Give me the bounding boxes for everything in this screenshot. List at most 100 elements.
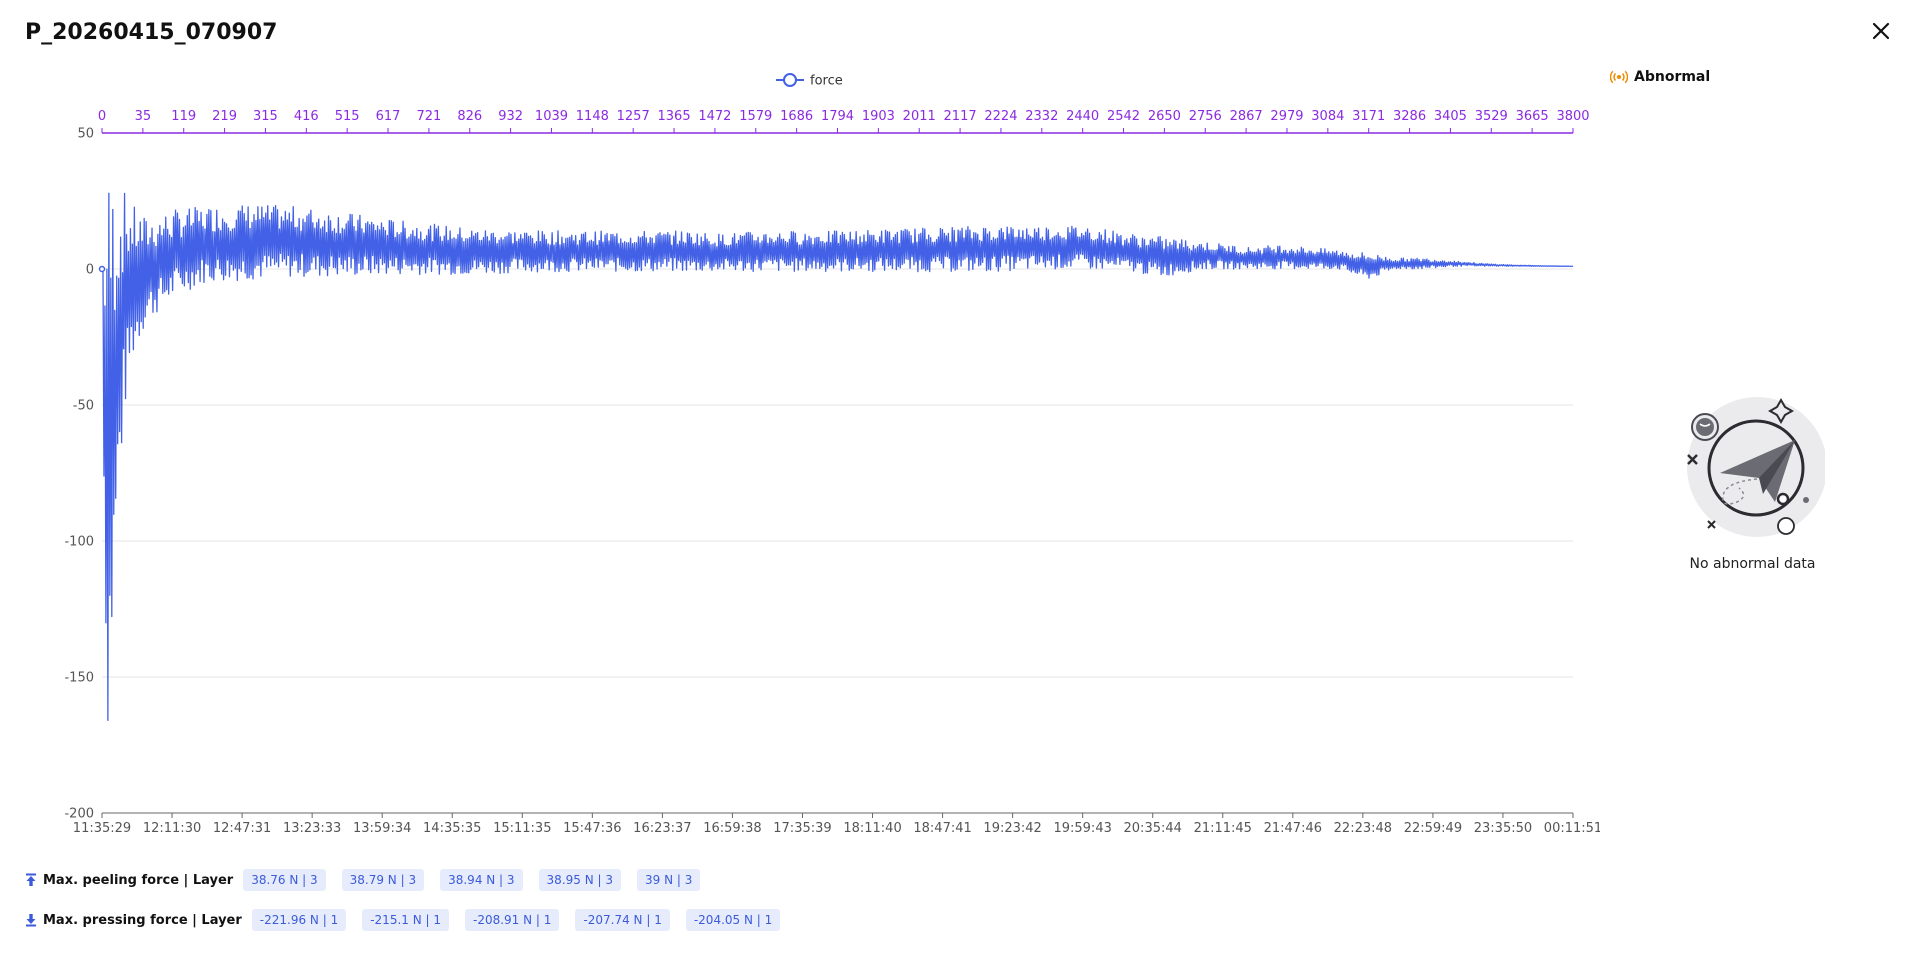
x-tick-label-time: 16:23:37: [633, 821, 691, 836]
y-tick-label: -150: [64, 671, 94, 686]
abnormal-header: Abnormal: [1610, 69, 1710, 85]
x-tick-label-index: 1039: [535, 109, 568, 124]
abnormal-panel: Abnormal No abnormal data: [1600, 60, 1920, 840]
x-tick-label-time: 19:59:43: [1053, 821, 1111, 836]
legend-marker: [783, 73, 797, 87]
peeling-label: Max. peeling force | Layer: [43, 872, 234, 888]
pressing-value-tag: -215.1 N | 1: [362, 909, 449, 931]
chart-dialog: P_20260415_070907 force 50 0 -50 -100 -150 -2…: [0, 0, 1920, 959]
x-tick-label-index: 1686: [780, 109, 813, 124]
series-force[interactable]: [98, 192, 1574, 721]
peeling-value-tag: 38.95 N | 3: [538, 869, 621, 891]
x-tick-label-index: 826: [457, 109, 482, 124]
arrow-down-icon: [26, 914, 36, 927]
x-tick-label-time: 18:47:41: [913, 821, 971, 836]
x-tick-label-index: 2011: [903, 109, 936, 124]
x-tick-label-time: 13:23:33: [283, 821, 341, 836]
x-tick-label-index: 1903: [862, 109, 895, 124]
x-tick-label-time: 00:11:51: [1544, 821, 1600, 836]
x-tick-label-time: 13:59:34: [353, 821, 411, 836]
x-tick-label-index: 2117: [944, 109, 977, 124]
x-tick-label-time: 15:11:35: [493, 821, 551, 836]
x-tick-label-time: 23:35:50: [1474, 821, 1532, 836]
peeling-value-tag: 38.76 N | 3: [243, 869, 326, 891]
pressing-value-tag: -208.91 N | 1: [465, 909, 560, 931]
x-tick-label-time: 18:11:40: [843, 821, 901, 836]
x-tick-label-index: 515: [335, 109, 360, 124]
series-point[interactable]: [98, 265, 106, 273]
x-tick-label-index: 416: [294, 109, 319, 124]
x-tick-label-index: 219: [212, 109, 237, 124]
x-tick-label-time: 14:35:35: [423, 821, 481, 836]
peeling-value-tag: 38.79 N | 3: [341, 869, 425, 891]
x-tick-label-index: 1579: [739, 109, 772, 124]
close-button[interactable]: [1864, 14, 1898, 48]
paper-plane-icon: [1687, 397, 1827, 537]
y-tick-label: -100: [64, 535, 94, 550]
force-stats: Max. peeling force | Layer 38.76 N | 3 3…: [25, 865, 1525, 945]
x-tick-label-index: 2440: [1066, 109, 1099, 124]
x-tick-label-index: 3405: [1434, 109, 1467, 124]
bottom-x-axis: 11:35:29 12:11:30 12:47:31 13:23:33 13:59:34…: [73, 812, 1602, 836]
x-tick-label-index: 3084: [1311, 109, 1344, 124]
series-line-force[interactable]: [101, 192, 1574, 721]
x-tick-label-time: 12:47:31: [213, 821, 271, 836]
x-tick-label-index: 1257: [617, 109, 650, 124]
x-tick-label-time: 22:59:49: [1404, 821, 1462, 836]
peeling-row: Max. peeling force | Layer 38.76 N | 3 3…: [25, 865, 1525, 895]
close-icon: [1872, 22, 1890, 40]
x-tick-label-index: 2542: [1107, 109, 1140, 124]
x-tick-label-index: 3171: [1352, 109, 1385, 124]
y-tick-label: -200: [64, 807, 94, 822]
y-tick-label: -50: [73, 399, 94, 414]
y-axis: 50 0 -50 -100 -150 -200: [64, 127, 94, 822]
x-tick-label-time: 16:59:38: [703, 821, 761, 836]
x-tick-label-index: 3800: [1556, 109, 1589, 124]
y-tick-label: 0: [86, 263, 94, 278]
pressing-value-tag: -221.96 N | 1: [251, 909, 347, 931]
x-tick-label-index: 1794: [821, 109, 854, 124]
abnormal-title: Abnormal: [1634, 69, 1711, 85]
pressing-value-tag: -204.05 N | 1: [685, 909, 781, 931]
pressing-value-tag: -207.74 N | 1: [575, 909, 670, 931]
x-tick-label-time: 15:47:36: [563, 821, 621, 836]
x-tick-label-time: 20:35:44: [1124, 821, 1182, 836]
empty-state-illustration: [1675, 390, 1827, 540]
x-tick-label-index: 0: [98, 109, 106, 124]
x-tick-label-index: 119: [171, 109, 196, 124]
x-tick-label-index: 2332: [1025, 109, 1058, 124]
x-tick-label-time: 11:35:29: [73, 821, 131, 836]
top-x-axis: 0 35 119 219 315 416 515 617 721 826 932 1039 1148 12…: [98, 109, 1590, 134]
x-tick-label-index: 932: [498, 109, 523, 124]
dialog-title: P_20260415_070907: [25, 20, 278, 45]
x-tick-label-index: 2979: [1270, 109, 1303, 124]
x-tick-label-index: 2867: [1230, 109, 1263, 124]
pressing-label: Max. pressing force | Layer: [43, 912, 242, 928]
arrow-up-icon: [26, 873, 36, 886]
broadcast-icon: [1610, 70, 1628, 84]
x-tick-label-index: 35: [135, 109, 152, 124]
x-tick-label-time: 17:35:39: [773, 821, 831, 836]
x-tick-label-index: 617: [376, 109, 401, 124]
force-chart[interactable]: force 50 0 -50 -100 -150 -200 0 35 119 219 315 416…: [0, 60, 1602, 840]
x-tick-label-index: 721: [416, 109, 441, 124]
peeling-value-tag: 39 N | 3: [637, 869, 701, 891]
x-tick-label-index: 1365: [658, 109, 691, 124]
empty-state-text: No abnormal data: [1689, 556, 1816, 572]
x-tick-label-index: 3529: [1475, 109, 1508, 124]
grid-lines: [102, 132, 1573, 678]
pressing-row: Max. pressing force | Layer -221.96 N | …: [25, 905, 1525, 935]
chart-legend[interactable]: force: [776, 73, 843, 89]
x-tick-label-index: 3665: [1516, 109, 1549, 124]
x-tick-label-time: 22:23:48: [1334, 821, 1392, 836]
x-tick-label-time: 21:11:45: [1194, 821, 1252, 836]
x-tick-label-index: 315: [253, 109, 278, 124]
y-tick-label: 50: [77, 127, 94, 142]
x-tick-label-time: 21:47:46: [1264, 821, 1322, 836]
x-tick-label-index: 1472: [698, 109, 731, 124]
x-tick-label-index: 2224: [984, 109, 1017, 124]
x-tick-label-index: 2756: [1189, 109, 1222, 124]
x-tick-label-index: 2650: [1148, 109, 1181, 124]
x-tick-label-time: 19:23:42: [983, 821, 1041, 836]
x-tick-label-index: 1148: [576, 109, 609, 124]
